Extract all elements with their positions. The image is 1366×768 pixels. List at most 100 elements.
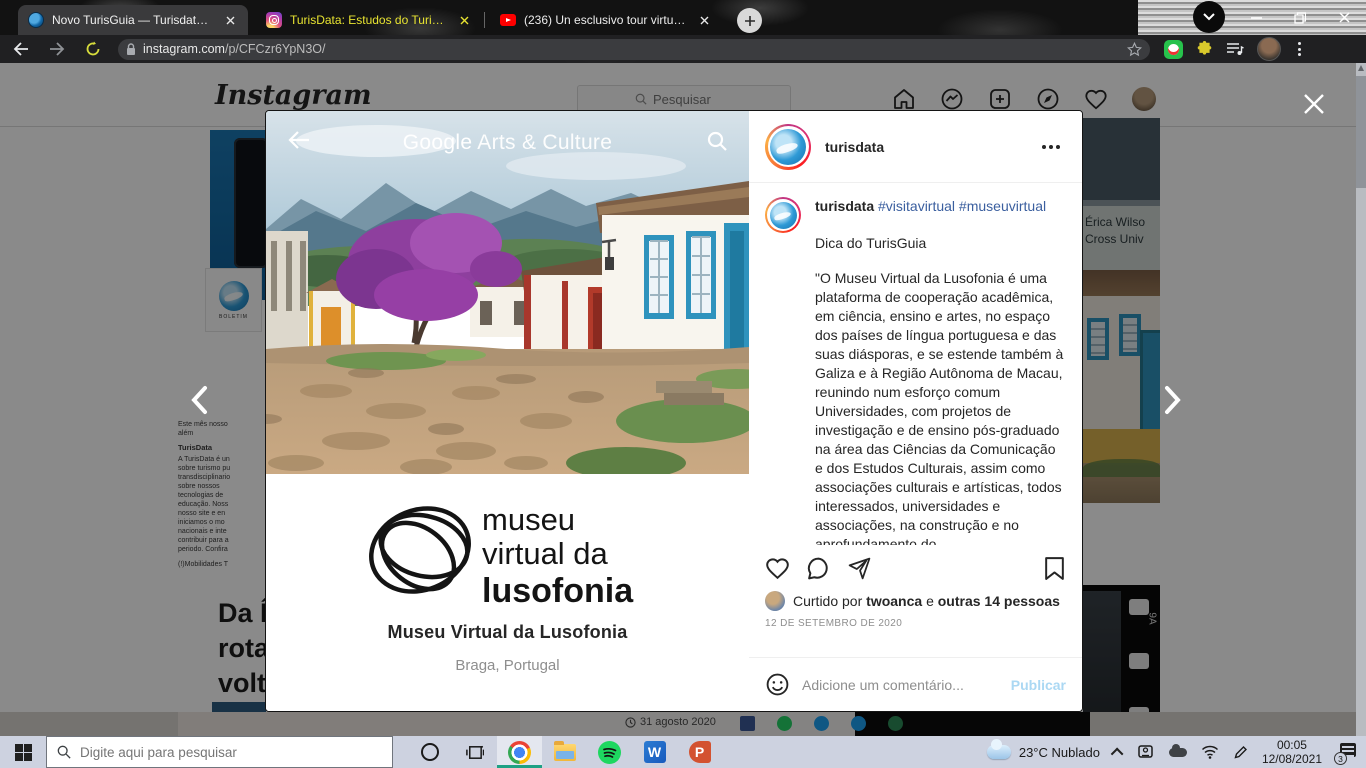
pen-icon[interactable] — [1233, 745, 1248, 760]
taskbar-search-input[interactable] — [80, 745, 310, 760]
weather-widget[interactable]: 23°C Nublado — [987, 745, 1100, 760]
tab-title: TurisData: Estudos do Turismo (@ — [290, 13, 448, 27]
comment-input-row: Publicar — [749, 657, 1082, 711]
post-username[interactable]: turisdata — [825, 139, 884, 155]
taskbar-explorer-button[interactable] — [542, 736, 587, 768]
browser-toolbar: instagram.com/p/CFCzr6YpN3O/ — [0, 35, 1366, 63]
bookmark-star-icon[interactable] — [1127, 42, 1142, 57]
restore-button[interactable] — [1278, 0, 1322, 35]
instagram-page: Instagram BOLETIM Este mês nosso além Tu… — [0, 63, 1356, 736]
taskbar-spotify-button[interactable] — [587, 736, 632, 768]
cortana-button[interactable] — [407, 736, 452, 768]
window-controls — [1234, 0, 1366, 35]
caption-avatar[interactable] — [765, 197, 801, 233]
search-icon — [57, 745, 71, 759]
tab-close-icon[interactable] — [456, 12, 472, 28]
media-controls-icon[interactable] — [1226, 42, 1244, 56]
caption-intro: Dica do TurisGuia — [815, 234, 1066, 253]
taskbar-chrome-button[interactable] — [497, 736, 542, 768]
browser-menu-icon[interactable] — [1294, 42, 1305, 56]
scrollbar-thumb[interactable] — [1356, 76, 1366, 188]
minimize-button[interactable] — [1234, 0, 1278, 35]
new-tab-button[interactable] — [737, 8, 762, 33]
tab-turisguia[interactable]: Novo TurisGuia — Turisdata-RJ — [18, 5, 248, 35]
likes-row: Curtido por twoanca e outras 14 pessoas — [749, 591, 1082, 611]
tab-separator — [484, 12, 485, 28]
screen: Novo TurisGuia — Turisdata-RJ TurisData:… — [0, 0, 1366, 768]
comment-icon[interactable] — [806, 556, 831, 581]
like-heart-icon[interactable] — [765, 556, 790, 581]
tab-close-icon[interactable] — [696, 12, 712, 28]
page-scrollbar[interactable] — [1356, 63, 1366, 736]
tray-expand-chevron-icon[interactable] — [1111, 747, 1124, 760]
museum-name: Museu Virtual da Lusofonia — [266, 622, 749, 643]
post-date: 12 DE SETEMBRO DE 2020 — [749, 611, 1082, 629]
wifi-icon[interactable] — [1201, 745, 1219, 759]
windows-logo-icon — [15, 744, 32, 761]
post-image[interactable]: Google Arts & Culture museu virtual da — [266, 111, 749, 711]
turisguia-favicon — [28, 12, 44, 28]
liker-avatar[interactable] — [765, 591, 785, 611]
caption-username[interactable]: turisdata — [815, 198, 874, 214]
scroll-up-arrow[interactable] — [1358, 65, 1364, 71]
weather-cloud-icon — [987, 745, 1011, 759]
clock-date: 12/08/2021 — [1262, 752, 1322, 766]
share-plane-icon[interactable] — [847, 556, 872, 581]
taskbar-word-button[interactable]: W — [632, 736, 677, 768]
lock-icon — [126, 43, 136, 56]
museum-logo: museu virtual da lusofonia — [358, 490, 658, 612]
caption-hashtags[interactable]: #visitavirtual #museuvirtual — [878, 198, 1046, 214]
browser-profile-avatar[interactable] — [1257, 37, 1281, 61]
other-likers[interactable]: outras 14 pessoas — [938, 593, 1060, 609]
taskbar-clock[interactable]: 00:05 12/08/2021 — [1262, 738, 1322, 766]
tab-close-icon[interactable] — [222, 12, 238, 28]
search-icon[interactable] — [707, 131, 727, 151]
emoji-smiley-icon[interactable] — [765, 672, 790, 697]
weather-text: 23°C Nublado — [1019, 745, 1100, 760]
address-bar[interactable]: instagram.com/p/CFCzr6YpN3O/ — [118, 39, 1150, 60]
task-view-icon — [465, 743, 484, 762]
tab-instagram[interactable]: TurisData: Estudos do Turismo (@ — [256, 5, 482, 35]
back-button[interactable] — [6, 36, 36, 62]
likes-text: Curtido por twoanca e outras 14 pessoas — [793, 593, 1060, 609]
bookmark-icon[interactable] — [1043, 556, 1066, 581]
task-view-button[interactable] — [452, 736, 497, 768]
post-modal: Google Arts & Culture museu virtual da — [265, 110, 1083, 712]
tab-title: (236) Un esclusivo tour virtuale n — [524, 13, 688, 27]
modal-close-button[interactable] — [1298, 88, 1330, 120]
taskbar-powerpoint-button[interactable]: P — [677, 736, 722, 768]
next-post-chevron[interactable] — [1156, 383, 1190, 417]
previous-post-chevron[interactable] — [182, 383, 216, 417]
caption-text: turisdata #visitavirtual #museuvirtual D… — [815, 197, 1066, 545]
instagram-favicon — [266, 12, 282, 28]
clock-time: 00:05 — [1262, 738, 1322, 752]
post-panel: turisdata turisdata #visitavirtual #muse… — [749, 111, 1082, 711]
story-ring-avatar[interactable] — [765, 124, 811, 170]
post-action-bar — [749, 545, 1082, 591]
taskbar-search-box[interactable] — [46, 736, 393, 768]
tab-title: Novo TurisGuia — Turisdata-RJ — [52, 13, 214, 27]
extensions-puzzle-icon[interactable] — [1196, 41, 1213, 58]
liker-username[interactable]: twoanca — [866, 593, 922, 609]
bitmoji-extension-icon[interactable] — [1164, 40, 1183, 59]
tab-youtube[interactable]: (236) Un esclusivo tour virtuale n — [490, 5, 722, 35]
post-header: turisdata — [749, 111, 1082, 183]
reload-button[interactable] — [78, 36, 108, 62]
cortana-icon — [420, 742, 440, 762]
gac-title: Google Arts & Culture — [266, 131, 749, 155]
post-caption-area[interactable]: turisdata #visitavirtual #museuvirtual D… — [749, 183, 1082, 545]
meet-now-icon[interactable] — [1137, 744, 1155, 760]
gac-header: Google Arts & Culture — [266, 111, 749, 175]
more-options-icon[interactable] — [1036, 139, 1066, 155]
museum-location: Braga, Portugal — [266, 657, 749, 674]
onedrive-icon[interactable] — [1169, 748, 1187, 757]
notification-badge: 3 — [1334, 752, 1347, 765]
comment-input[interactable] — [802, 677, 999, 693]
svg-text:lusofonia: lusofonia — [482, 572, 634, 610]
close-window-button[interactable] — [1322, 0, 1366, 35]
start-button[interactable] — [0, 736, 46, 768]
action-center-button[interactable]: 3 — [1336, 743, 1356, 761]
publish-button[interactable]: Publicar — [1011, 677, 1066, 693]
forward-button[interactable] — [42, 36, 72, 62]
tab-search-button[interactable] — [1193, 1, 1225, 33]
